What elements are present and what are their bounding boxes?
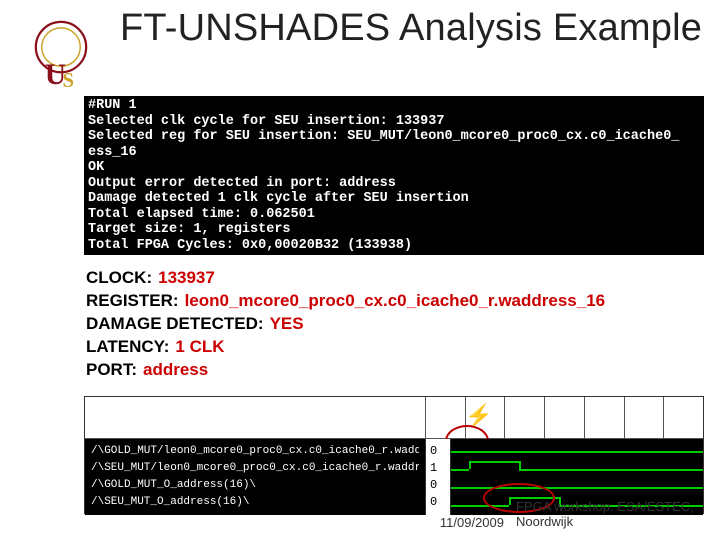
slide-title: FT-UNSHADES Analysis Example xyxy=(120,8,702,50)
header: U S FT-UNSHADES Analysis Example xyxy=(16,8,704,98)
value-register: leon0_mcore0_proc0_cx.c0_icache0_r.waddr… xyxy=(185,290,606,313)
summary-port: PORT: address xyxy=(86,359,702,382)
signal-name-row: /\SEU_MUT/leon0_mcore0_proc0_cx.c0_icach… xyxy=(91,462,419,474)
waveform-viewer: ⚡ /\GOLD_MUT/leon0_mcore0_proc0_cx.c0_ic… xyxy=(84,396,704,514)
university-of-sevilla-logo: U S xyxy=(16,8,106,98)
signal-value-row: 0 xyxy=(430,478,446,492)
footer-venue: FPGA workshop. ESA/ESTEC, Noordwijk xyxy=(516,500,696,530)
summary-register: REGISTER: leon0_mcore0_proc0_cx.c0_icach… xyxy=(86,290,702,313)
value-port: address xyxy=(143,359,208,382)
label-port: PORT: xyxy=(86,359,137,382)
signal-value-row: 1 xyxy=(430,461,446,475)
label-damage: DAMAGE DETECTED: xyxy=(86,313,264,336)
label-clock: CLOCK: xyxy=(86,267,152,290)
summary-clock: CLOCK: 133937 xyxy=(86,267,702,290)
value-clock: 133937 xyxy=(158,267,215,290)
signal-value-row: 0 xyxy=(430,444,446,458)
label-register: REGISTER: xyxy=(86,290,179,313)
value-latency: 1 CLK xyxy=(175,336,224,359)
label-latency: LATENCY: xyxy=(86,336,169,359)
summary-latency: LATENCY: 1 CLK xyxy=(86,336,702,359)
summary-block: CLOCK: 133937 REGISTER: leon0_mcore0_pro… xyxy=(84,267,704,382)
svg-text:S: S xyxy=(62,70,74,90)
value-damage: YES xyxy=(270,313,304,336)
slide: U S FT-UNSHADES Analysis Example #RUN 1 … xyxy=(0,0,720,540)
terminal-output: #RUN 1 Selected clk cycle for SEU insert… xyxy=(84,96,704,255)
waveform-timeline: ⚡ xyxy=(85,397,703,439)
signal-name-row: /\GOLD_MUT_O_address(16)\ xyxy=(91,479,419,491)
footer-date: 11/09/2009 xyxy=(440,515,504,530)
summary-damage: DAMAGE DETECTED: YES xyxy=(86,313,702,336)
footer: 11/09/2009 FPGA workshop. ESA/ESTEC, Noo… xyxy=(0,500,696,530)
signal-name-row: /\GOLD_MUT/leon0_mcore0_proc0_cx.c0_icac… xyxy=(91,445,419,457)
